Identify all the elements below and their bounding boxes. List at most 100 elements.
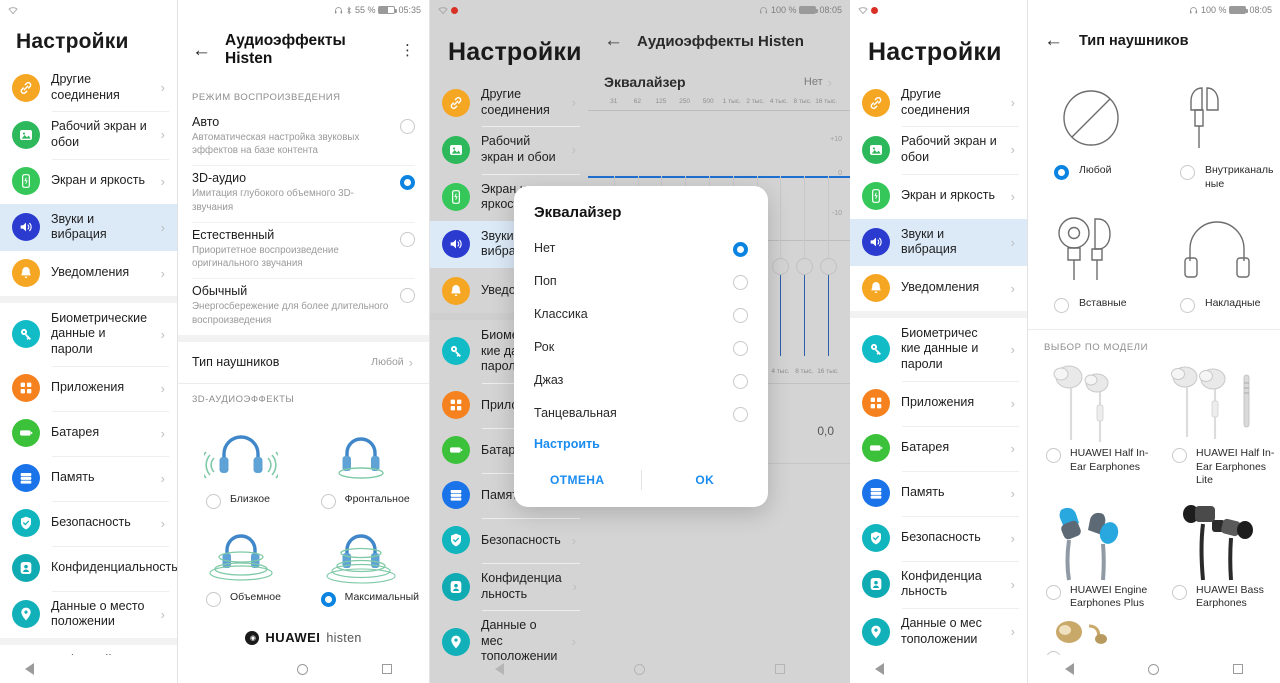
sidebar-item-notifications[interactable]: Уведомления ›: [0, 251, 177, 296]
sidebar-item-battery[interactable]: Батарея ›: [850, 425, 1027, 471]
ok-button[interactable]: OK: [642, 463, 769, 497]
chevron-right-icon: ›: [160, 173, 165, 189]
sidebar-item-notifications[interactable]: Уведомления ›: [850, 266, 1027, 311]
dialog-option-jazz[interactable]: Джаз: [514, 363, 768, 396]
nav-home-icon[interactable]: [297, 663, 309, 675]
radio-button-selected[interactable]: [400, 175, 415, 191]
dialog-option-rock[interactable]: Рок: [514, 330, 768, 363]
headphone-type-row[interactable]: Тип наушников Любой ›: [178, 342, 429, 383]
sidebar-item-display-brightness[interactable]: Экран и яркость ›: [850, 173, 1027, 219]
radio-button[interactable]: [1172, 448, 1187, 464]
mode-option-natural[interactable]: Естественный Приоритетное воспроизведени…: [178, 221, 429, 278]
mode-option-standard[interactable]: Обычный Энергосбережение для более длите…: [178, 278, 429, 334]
nav-back-icon[interactable]: [1065, 663, 1074, 675]
radio-button[interactable]: [1180, 298, 1195, 314]
sidebar-item-other-connections[interactable]: Другие соединения ›: [0, 64, 177, 111]
sidebar-item-privacy[interactable]: Конфиденциа льность ›: [850, 560, 1027, 608]
equalizer-preset-row[interactable]: Эквалайзер Нет ›: [588, 64, 850, 96]
sidebar-item-storage[interactable]: Память ›: [0, 455, 177, 501]
nav-bar-5: [1028, 655, 1280, 683]
model-engine-plus[interactable]: HUAWEI Engine Earphones Plus: [1028, 494, 1154, 617]
radio-button[interactable]: [206, 591, 221, 607]
sidebar-item-home-wallpaper[interactable]: Рабочий экран и обои ›: [850, 126, 1027, 173]
sidebar-item-home-wallpaper[interactable]: Рабочий экран и обои ›: [0, 111, 177, 158]
radio-button-selected[interactable]: [733, 242, 748, 257]
radio-button[interactable]: [733, 407, 748, 422]
radio-button[interactable]: [206, 493, 221, 509]
dialog-option-none[interactable]: Нет: [514, 231, 768, 264]
overflow-menu-icon[interactable]: ⋮: [400, 43, 415, 58]
back-arrow-icon[interactable]: ←: [604, 30, 623, 52]
sidebar-item-display-brightness[interactable]: Экран и яркость ›: [0, 158, 177, 204]
nav-back-icon[interactable]: [495, 663, 504, 675]
sidebar-item-security[interactable]: Безопасность ›: [430, 517, 588, 563]
cancel-button[interactable]: ОТМЕНА: [514, 463, 641, 497]
back-arrow-icon[interactable]: ←: [192, 41, 211, 60]
sidebar-item-other-connections[interactable]: Другие соединения ›: [850, 79, 1027, 126]
sidebar-item-security[interactable]: Безопасность ›: [0, 500, 177, 546]
radio-button[interactable]: [1046, 448, 1061, 464]
headphone-type-over-ear[interactable]: Накладные: [1154, 201, 1280, 323]
effect-option-near[interactable]: Близкое: [184, 415, 299, 513]
radio-button[interactable]: [1180, 165, 1195, 180]
radio-button[interactable]: [733, 308, 748, 323]
sidebar-item-biometrics[interactable]: Биометричес кие данные и пароли ›: [850, 318, 1027, 381]
radio-button[interactable]: [1054, 298, 1069, 314]
mode-option-3d-audio[interactable]: 3D-аудио Имитация глубокого объемного 3D…: [178, 165, 429, 221]
sidebar-item-location[interactable]: Данные о мес тоположении ›: [850, 607, 1027, 655]
radio-button-selected[interactable]: [1054, 165, 1069, 180]
headphone-type-earbud[interactable]: Вставные: [1028, 201, 1154, 323]
sidebar-item-apps[interactable]: Приложения ›: [850, 380, 1027, 426]
eq-slider[interactable]: [816, 176, 840, 357]
dialog-option-pop[interactable]: Поп: [514, 264, 768, 297]
radio-button[interactable]: [1172, 584, 1187, 600]
model-bass[interactable]: HUAWEI Bass Earphones: [1154, 494, 1280, 617]
model-half-in-ear-lite[interactable]: HUAWEI Half In-Ear Earphones Lite: [1154, 357, 1280, 493]
sidebar-item-storage[interactable]: Память ›: [850, 470, 1027, 516]
radio-button[interactable]: [400, 119, 415, 134]
effect-name: Фронтальное: [344, 492, 410, 505]
radio-button[interactable]: [733, 341, 748, 356]
nav-home-icon[interactable]: [634, 663, 645, 675]
radio-button[interactable]: [400, 288, 415, 304]
radio-button[interactable]: [1046, 584, 1061, 600]
headphone-type-any[interactable]: Любой: [1028, 68, 1154, 201]
back-arrow-icon[interactable]: ←: [1044, 30, 1063, 52]
effect-option-frontal[interactable]: Фронтальное: [299, 415, 423, 513]
sidebar-item-other-connections[interactable]: Другие соединения ›: [430, 79, 588, 126]
radio-button[interactable]: [733, 374, 748, 389]
sidebar-item-security[interactable]: Безопасность ›: [850, 515, 1027, 561]
nav-recents-icon[interactable]: [775, 664, 785, 674]
sidebar-item-apps[interactable]: Приложения ›: [0, 365, 177, 411]
mode-option-auto[interactable]: Авто Автоматическая настройка звуковых э…: [178, 109, 429, 165]
radio-button-selected[interactable]: [320, 591, 336, 607]
nav-home-icon[interactable]: [1148, 663, 1159, 675]
eq-slider[interactable]: [769, 176, 793, 357]
sidebar-item-sound-vibration[interactable]: Звуки и вибрация ›: [850, 218, 1027, 266]
radio-button[interactable]: [400, 231, 415, 247]
effect-option-maximum[interactable]: Максимальный: [299, 513, 423, 611]
radio-button[interactable]: [733, 275, 748, 290]
sidebar-item-home-wallpaper[interactable]: Рабочий экран и обои ›: [430, 126, 588, 173]
sidebar-item-biometrics[interactable]: Биометрические данные и пароли ›: [0, 303, 177, 366]
sidebar-item-sound-vibration[interactable]: Звуки и вибрация ›: [0, 203, 177, 251]
effect-option-surround[interactable]: Объемное: [184, 513, 299, 611]
nav-back-icon[interactable]: [874, 663, 884, 675]
eq-slider[interactable]: [792, 176, 816, 357]
chevron-right-icon: ›: [571, 95, 576, 111]
radio-button[interactable]: [320, 493, 336, 509]
sidebar-item-location[interactable]: Данные о место положении ›: [0, 590, 177, 638]
dialog-option-classic[interactable]: Классика: [514, 297, 768, 330]
nav-back-icon[interactable]: [24, 663, 34, 675]
nav-recents-icon[interactable]: [1233, 664, 1243, 674]
dialog-option-dance[interactable]: Танцевальная: [514, 396, 768, 429]
nav-recents-icon[interactable]: [382, 664, 393, 674]
customize-link[interactable]: Настроить: [514, 429, 768, 455]
equalizer-value: Нет: [803, 76, 823, 88]
sidebar-item-privacy[interactable]: Конфиденциальность ›: [0, 545, 177, 591]
headphone-type-in-ear[interactable]: Внутриканаль ные: [1154, 68, 1280, 201]
chevron-right-icon: ›: [160, 470, 165, 486]
sidebar-item-battery[interactable]: Батарея ›: [0, 410, 177, 456]
model-half-in-ear[interactable]: HUAWEI Half In-Ear Earphones: [1028, 357, 1154, 493]
sidebar-item-privacy[interactable]: Конфиденциа льность ›: [430, 562, 588, 610]
